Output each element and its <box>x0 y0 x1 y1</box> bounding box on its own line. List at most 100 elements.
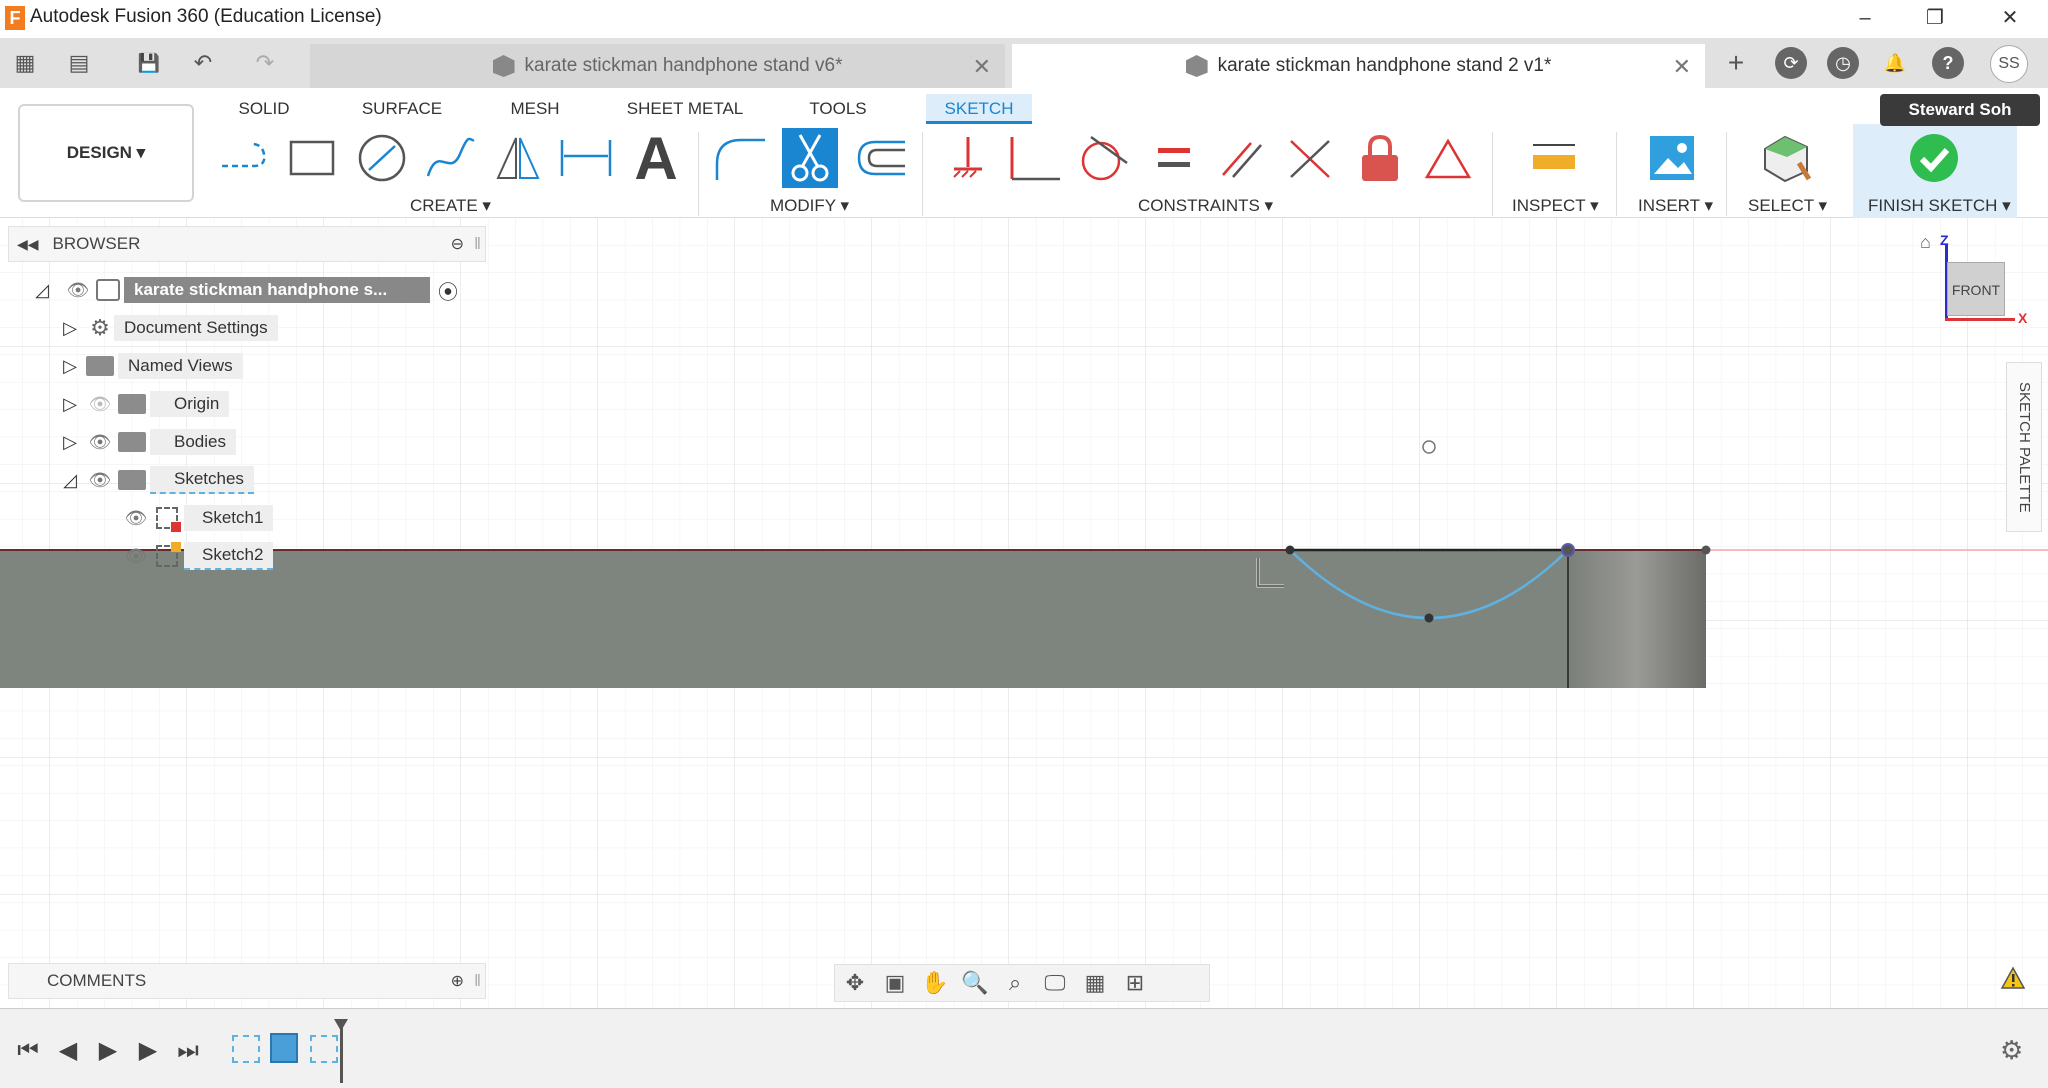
create-menu[interactable]: CREATE ▾ <box>410 196 491 216</box>
save-icon[interactable]: 💾 <box>134 48 164 78</box>
collapsed-triangle-icon[interactable]: ▷ <box>58 356 82 377</box>
resize-handle-icon[interactable]: ‖ <box>474 971 481 991</box>
mirror-tool-icon[interactable] <box>490 128 546 188</box>
tab-tools[interactable]: TOOLS <box>800 94 876 124</box>
tab-solid[interactable]: SOLID <box>228 94 300 124</box>
activate-radio-icon[interactable]: ⦿ <box>438 276 458 305</box>
go-to-end-icon[interactable]: ⏭ <box>168 1033 208 1069</box>
body-end-face[interactable] <box>1568 550 1706 688</box>
tree-item-named-views[interactable]: ▷ Named Views <box>58 350 490 382</box>
go-to-start-icon[interactable]: ⏮ <box>8 1033 48 1069</box>
grid-settings-icon[interactable]: ▦ <box>1075 965 1115 1001</box>
arc-start-point[interactable] <box>1285 545 1295 555</box>
finish-sketch-check-icon[interactable] <box>1906 128 1962 188</box>
tab-sheet-metal[interactable]: SHEET METAL <box>622 94 748 124</box>
collapsed-triangle-icon[interactable]: ▷ <box>58 432 82 453</box>
tree-item-sketches[interactable]: ◿ 👁 Sketches <box>58 464 490 496</box>
orbit-icon[interactable]: ✥ <box>835 965 875 1001</box>
insert-menu[interactable]: INSERT ▾ <box>1638 196 1713 216</box>
rectangle-tool-icon[interactable] <box>284 128 340 188</box>
warning-icon[interactable] <box>2000 966 2026 995</box>
notifications-icon[interactable]: 🔔 <box>1880 48 1910 78</box>
browser-panel-header[interactable]: ◀◀ BROWSER ⊖ ‖ <box>8 226 486 262</box>
close-tab-icon[interactable]: ✕ <box>1673 54 1691 80</box>
perpendicular-constraint-icon[interactable] <box>1008 128 1064 188</box>
collapse-arrows-icon[interactable]: ◀◀ <box>17 236 39 253</box>
visibility-eye-icon[interactable]: 👁 <box>122 508 150 529</box>
visibility-eye-icon[interactable]: 👁 <box>86 470 114 491</box>
timeline-sketch-icon[interactable] <box>232 1035 260 1063</box>
text-tool-icon[interactable]: A <box>628 125 684 192</box>
pan-hand-icon[interactable]: ✋ <box>915 965 955 1001</box>
timeline-marker-handle-icon[interactable] <box>334 1019 348 1031</box>
select-tool-icon[interactable] <box>1758 128 1814 188</box>
data-panel-grid-icon[interactable]: ▦ <box>10 48 40 78</box>
inspect-menu[interactable]: INSPECT ▾ <box>1512 196 1599 216</box>
user-avatar[interactable]: SS <box>1990 45 2028 83</box>
visibility-eye-icon[interactable]: 👁 <box>64 280 92 301</box>
close-tab-icon[interactable]: ✕ <box>973 54 991 80</box>
visibility-eye-icon[interactable]: 👁 <box>86 432 114 453</box>
timeline-extrude-icon[interactable] <box>270 1033 298 1063</box>
fix-constraint-icon[interactable] <box>940 128 996 188</box>
equal-constraint-icon[interactable] <box>1146 128 1202 188</box>
hidden-eye-icon[interactable]: 👁 <box>86 394 114 415</box>
restore-button[interactable]: ❐ <box>1915 4 1955 32</box>
comments-panel-header[interactable]: COMMENTS ⊕ ‖ <box>8 963 486 999</box>
offset-tool-icon[interactable] <box>852 128 908 188</box>
redo-icon[interactable]: ↷ <box>250 48 280 78</box>
line-tool-icon[interactable] <box>216 128 272 188</box>
line-end-point[interactable] <box>1701 545 1711 555</box>
arc-mid-point[interactable] <box>1424 613 1434 623</box>
home-view-icon[interactable]: ⌂ <box>1920 232 1931 253</box>
spline-tool-icon[interactable] <box>422 128 478 188</box>
add-comment-icon[interactable]: ⊕ <box>451 971 464 991</box>
sketch-palette-tab[interactable]: SKETCH PALETTE <box>2006 362 2042 532</box>
file-menu-icon[interactable]: ▤ <box>64 48 94 78</box>
new-tab-icon[interactable]: + <box>1721 48 1751 78</box>
tab-surface[interactable]: SURFACE <box>356 94 448 124</box>
tab-document-2-v1[interactable]: karate stickman handphone stand 2 v1* ✕ <box>1012 44 1705 88</box>
extensions-icon[interactable]: ⟳ <box>1775 47 1807 79</box>
trim-tool-icon[interactable] <box>782 128 838 188</box>
viewports-icon[interactable]: ⊞ <box>1115 965 1155 1001</box>
timeline-sketch-icon[interactable] <box>310 1035 338 1063</box>
constraints-menu[interactable]: CONSTRAINTS ▾ <box>1138 196 1273 216</box>
timeline-marker[interactable] <box>340 1023 343 1083</box>
resize-handle-icon[interactable]: ‖ <box>474 234 481 254</box>
minimize-button[interactable]: – <box>1845 4 1885 32</box>
display-settings-icon[interactable]: 🖵 <box>1035 965 1075 1001</box>
tab-document-v6[interactable]: karate stickman handphone stand v6* ✕ <box>310 44 1005 88</box>
finish-sketch-menu[interactable]: FINISH SKETCH ▾ <box>1868 196 2011 216</box>
undo-icon[interactable]: ↶ <box>188 48 218 78</box>
step-forward-icon[interactable]: ▶ <box>128 1033 168 1069</box>
zoom-icon[interactable]: 🔍 <box>955 965 995 1001</box>
visibility-eye-icon[interactable]: 👁 <box>122 546 150 567</box>
tree-item-bodies[interactable]: ▷ 👁 Bodies <box>58 426 490 458</box>
arc-end-point[interactable] <box>1561 543 1575 557</box>
tree-root[interactable]: ◿ 👁 karate stickman handphone s... ⦿ <box>30 274 490 306</box>
help-icon[interactable]: ? <box>1932 47 1964 79</box>
tree-item-origin[interactable]: ▷ 👁 Origin <box>58 388 490 420</box>
settings-gear-icon[interactable]: ⚙ <box>2000 1035 2023 1066</box>
select-menu[interactable]: SELECT ▾ <box>1748 196 1827 216</box>
look-at-icon[interactable]: ▣ <box>875 965 915 1001</box>
step-back-icon[interactable]: ◀ <box>48 1033 88 1069</box>
dimension-tool-icon[interactable] <box>558 128 614 188</box>
modify-menu[interactable]: MODIFY ▾ <box>770 196 849 216</box>
circle-tool-icon[interactable] <box>354 128 410 188</box>
tree-item-document-settings[interactable]: ▷ ⚙ Document Settings <box>58 312 490 344</box>
minus-circle-icon[interactable]: ⊖ <box>451 234 464 254</box>
triangle-constraint-icon[interactable] <box>1420 128 1476 188</box>
tab-sketch[interactable]: SKETCH <box>926 94 1032 124</box>
expanded-triangle-icon[interactable]: ◿ <box>58 470 82 491</box>
root-component-label[interactable]: karate stickman handphone s... <box>124 277 430 303</box>
workspace-switcher-button[interactable]: DESIGN ▾ <box>18 104 194 202</box>
close-window-button[interactable]: ✕ <box>1990 4 2030 32</box>
tree-item-sketch2[interactable]: 👁 Sketch2 <box>122 540 490 572</box>
expanded-triangle-icon[interactable]: ◿ <box>30 280 54 301</box>
insert-image-icon[interactable] <box>1644 128 1700 188</box>
view-cube[interactable]: FRONT <box>1947 262 2005 316</box>
tangent-constraint-icon[interactable] <box>1076 128 1132 188</box>
lock-constraint-icon[interactable] <box>1352 128 1408 188</box>
